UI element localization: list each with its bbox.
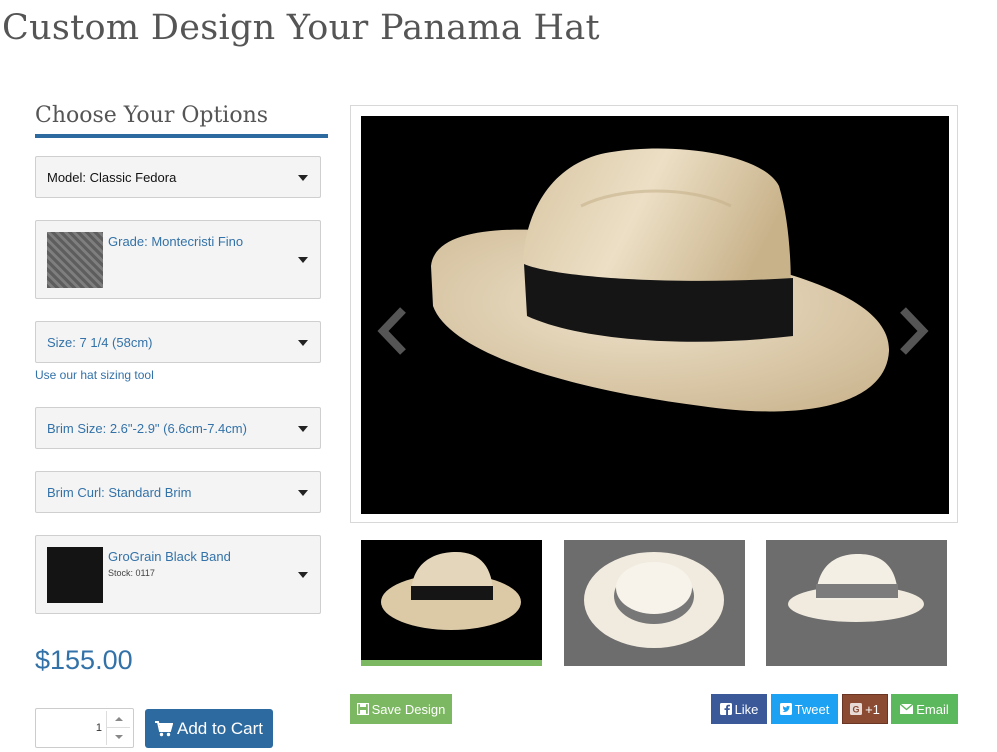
google-plus-button[interactable]: G +1 [842, 694, 888, 724]
facebook-like-button[interactable]: Like [711, 694, 767, 724]
facebook-icon [719, 703, 732, 715]
shopping-cart-icon [155, 720, 173, 736]
caret-down-icon [298, 175, 308, 181]
caret-down-icon [298, 340, 308, 346]
tweet-label: Tweet [794, 701, 830, 717]
band-select[interactable]: GroGrain Black Band Stock: 0117 [35, 535, 321, 614]
caret-down-icon [298, 572, 308, 578]
add-to-cart-button[interactable]: Add to Cart [145, 709, 273, 748]
thumbnail-image [584, 552, 724, 648]
caret-down-icon [298, 490, 308, 496]
model-select-label: Model: Classic Fedora [47, 170, 177, 185]
hat-preview-carousel [350, 105, 958, 523]
thumbnail-side[interactable] [766, 540, 947, 666]
chevron-left-icon[interactable] [375, 306, 409, 356]
envelope-icon [900, 704, 914, 714]
email-button[interactable]: Email [891, 694, 958, 724]
tweet-button[interactable]: Tweet [771, 694, 838, 724]
quantity-increment[interactable] [106, 711, 130, 728]
like-label: Like [734, 701, 759, 717]
thumbnail-image [381, 552, 521, 630]
quantity-decrement[interactable] [106, 728, 130, 745]
save-design-button[interactable]: Save Design [350, 694, 452, 724]
add-to-cart-label: Add to Cart [177, 718, 263, 738]
gplus-label: +1 [865, 701, 880, 717]
band-stock: Stock: 0117 [108, 568, 155, 578]
fedora-illustration [431, 148, 890, 412]
grade-select[interactable]: Grade: Montecristi Fino [35, 220, 321, 299]
svg-text:G: G [853, 705, 860, 715]
quantity-input[interactable] [36, 709, 106, 747]
brim-curl-select-label: Brim Curl: Standard Brim [47, 485, 192, 500]
size-select-label: Size: 7 1/4 (58cm) [47, 335, 153, 350]
chevron-right-icon[interactable] [897, 306, 931, 356]
options-heading: Choose Your Options [35, 103, 328, 138]
floppy-disk-icon [356, 703, 369, 715]
save-design-label: Save Design [371, 701, 446, 717]
hat-sizing-tool-link[interactable]: Use our hat sizing tool [35, 368, 154, 382]
price: $155.00 [35, 645, 133, 675]
google-plus-icon: G [850, 703, 863, 715]
grade-swatch [47, 232, 103, 288]
model-select[interactable]: Model: Classic Fedora [35, 156, 321, 198]
brim-curl-select[interactable]: Brim Curl: Standard Brim [35, 471, 321, 513]
twitter-icon [779, 703, 792, 715]
quantity-stepper[interactable] [35, 708, 134, 748]
size-select[interactable]: Size: 7 1/4 (58cm) [35, 321, 321, 363]
arrow-down-icon [114, 734, 123, 739]
arrow-up-icon [114, 717, 123, 721]
thumbnail-image [788, 554, 924, 622]
hat-preview-image [361, 116, 949, 514]
thumbnail-front[interactable] [361, 540, 542, 666]
caret-down-icon [298, 426, 308, 432]
brim-size-select-label: Brim Size: 2.6"-2.9" (6.6cm-7.4cm) [47, 421, 247, 436]
email-label: Email [916, 701, 949, 717]
brim-size-select[interactable]: Brim Size: 2.6"-2.9" (6.6cm-7.4cm) [35, 407, 321, 449]
page-title: Custom Design Your Panama Hat [2, 8, 600, 48]
band-select-label: GroGrain Black Band [108, 549, 231, 564]
grade-select-label: Grade: Montecristi Fino [108, 234, 244, 249]
band-swatch [47, 547, 103, 603]
thumbnail-top[interactable] [564, 540, 745, 666]
caret-down-icon [298, 257, 308, 263]
